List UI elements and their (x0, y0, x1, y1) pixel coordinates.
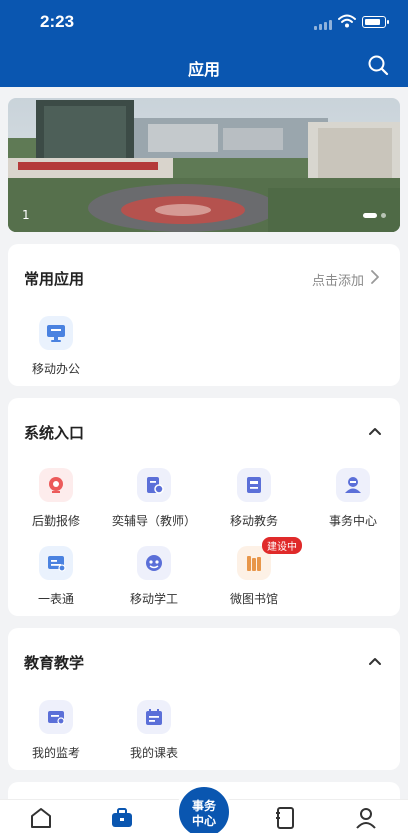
student-affairs-icon (137, 546, 171, 580)
app-my-invigilation[interactable]: 我的监考 (6, 700, 106, 761)
chevron-up-icon[interactable] (368, 654, 382, 668)
wifi-icon (338, 14, 356, 28)
frequent-apps-card: 常用应用 点击添加 移动办公 (8, 244, 400, 386)
chevron-right-icon[interactable] (368, 270, 382, 284)
app-one-form[interactable]: 一表通 (6, 546, 106, 607)
app-label: 事务中心 (328, 514, 377, 528)
banner-dot[interactable] (381, 213, 386, 218)
banner-index: 1 (22, 208, 30, 222)
app-logistics-repair[interactable]: 后勤报修 (6, 468, 106, 529)
service-center-line1: 事务 (191, 799, 216, 813)
app-mobile-academic[interactable]: 移动教务 (204, 468, 304, 529)
app-header: 2:23 应用 (0, 0, 408, 87)
app-label: 我的监考 (31, 746, 80, 760)
timetable-icon (137, 700, 171, 734)
tutor-icon (137, 468, 171, 502)
campus-photo (8, 98, 400, 232)
app-label: 一表通 (37, 592, 74, 606)
search-icon[interactable] (366, 53, 390, 77)
app-label: 移动教务 (229, 514, 278, 528)
profile-icon[interactable] (354, 806, 378, 830)
monitor-icon (39, 316, 73, 350)
form-icon (39, 546, 73, 580)
service-icon (336, 468, 370, 502)
battery-icon (362, 16, 389, 28)
status-bar: 2:23 (0, 0, 408, 44)
system-entry-card: 系统入口 后勤报修 奕辅导（教师） 移动教务 事务中心 一表通 移动学工 建设中… (8, 398, 400, 616)
cellular-signal-icon (314, 20, 332, 30)
app-mobile-office[interactable]: 移动办公 (6, 316, 106, 377)
app-label: 我的课表 (129, 746, 178, 760)
teaching-card: 教育教学 我的监考 我的课表 (8, 628, 400, 770)
system-entry-title: 系统入口 (24, 424, 85, 442)
app-label: 奕辅导（教师） (111, 514, 196, 528)
banner-dot[interactable] (363, 213, 377, 218)
repair-icon (39, 468, 73, 502)
battery-level (364, 18, 380, 25)
app-label: 移动学工 (129, 592, 178, 606)
app-label: 移动办公 (31, 362, 80, 376)
academic-icon (237, 468, 271, 502)
status-badge: 建设中 (262, 537, 302, 554)
add-app-link[interactable]: 点击添加 (312, 270, 364, 289)
briefcase-icon[interactable] (110, 806, 134, 830)
app-label: 后勤报修 (31, 514, 80, 528)
campus-banner[interactable]: 1 (8, 98, 400, 232)
page-title: 应用 (187, 60, 220, 79)
invigilation-icon (39, 700, 73, 734)
teaching-title: 教育教学 (24, 654, 85, 672)
chevron-up-icon[interactable] (368, 424, 382, 438)
frequent-apps-title: 常用应用 (24, 270, 85, 288)
app-micro-library[interactable]: 建设中 微图书馆 (204, 537, 304, 607)
service-center-line2: 中心 (191, 814, 216, 828)
status-time: 2:23 (40, 12, 75, 31)
home-icon[interactable] (29, 806, 53, 830)
app-label: 微图书馆 (229, 592, 278, 606)
notebook-icon[interactable] (273, 806, 297, 830)
banner-pager (363, 213, 386, 218)
app-tutor-teacher[interactable]: 奕辅导（教师） (104, 468, 204, 529)
service-center-button[interactable]: 事务 中心 (176, 784, 232, 833)
app-my-timetable[interactable]: 我的课表 (104, 700, 204, 761)
app-student-affairs[interactable]: 移动学工 (104, 546, 204, 607)
app-service-center[interactable]: 事务中心 (303, 468, 403, 529)
